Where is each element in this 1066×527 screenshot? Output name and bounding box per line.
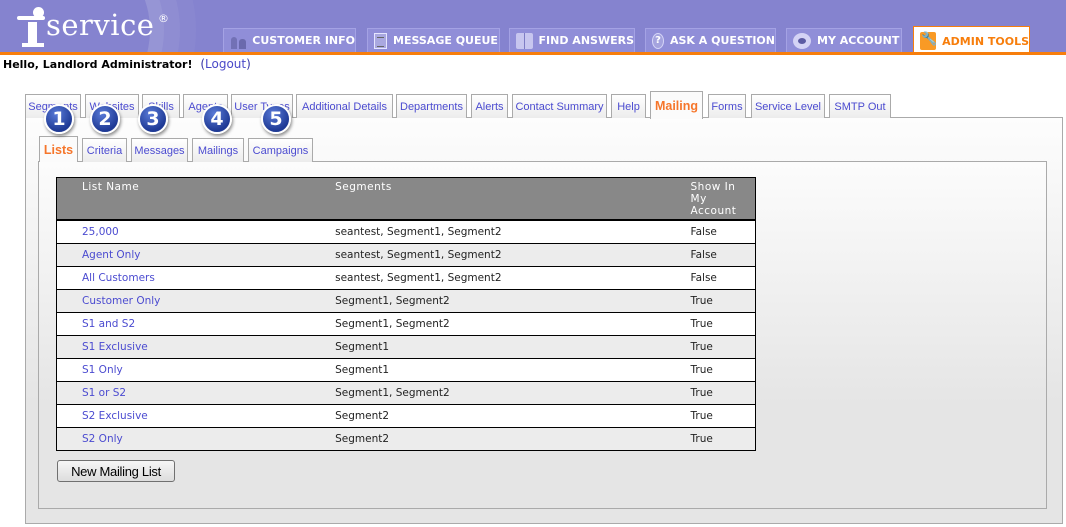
- table-row: S1 or S2 Segment1, Segment2 True: [56, 381, 756, 405]
- logo-text: service: [46, 8, 155, 42]
- greeting: Hello, Landlord Administrator! (Logout): [3, 57, 251, 71]
- eye-icon: [793, 32, 811, 49]
- table-row: Agent Only seantest, Segment1, Segment2 …: [56, 243, 756, 267]
- list-name-link[interactable]: All Customers: [82, 272, 155, 284]
- greeting-text: Hello, Landlord Administrator!: [3, 58, 193, 71]
- nav-tab-find-answers[interactable]: FIND ANSWERS: [509, 28, 635, 52]
- admin-tab-alerts[interactable]: Alerts: [471, 94, 508, 118]
- list-name-link[interactable]: 25,000: [82, 226, 119, 238]
- table-row: Customer Only Segment1, Segment2 True: [56, 289, 756, 313]
- list-show-in-account: True: [690, 381, 756, 405]
- list-name-link[interactable]: S2 Only: [82, 433, 123, 445]
- nav-tab-my-account[interactable]: MY ACCOUNT: [786, 28, 902, 52]
- app-header: service ® CUSTOMER INFO MESSAGE QUEUE FI…: [0, 0, 1066, 55]
- list-name-link[interactable]: S1 Exclusive: [82, 341, 148, 353]
- list-segments: Segment2: [335, 427, 691, 450]
- logo-registered-mark: ®: [158, 12, 170, 25]
- admin-tab-contact-summary[interactable]: Contact Summary: [512, 94, 607, 118]
- table-row: All Customers seantest, Segment1, Segmen…: [56, 266, 756, 290]
- question-icon: ?: [652, 32, 664, 49]
- logout-paren: ): [246, 57, 251, 71]
- list-show-in-account: True: [690, 312, 756, 336]
- list-show-in-account: True: [690, 427, 756, 450]
- nav-tab-label: ADMIN TOOLS: [942, 34, 1029, 48]
- admin-tab-forms[interactable]: Forms: [708, 94, 746, 118]
- callout-badge-5: 5: [261, 104, 291, 134]
- list-name-link[interactable]: S1 and S2: [82, 318, 135, 330]
- list-segments: Segment1: [335, 335, 691, 359]
- list-show-in-account: False: [690, 243, 756, 267]
- list-show-in-account: True: [690, 335, 756, 359]
- list-show-in-account: True: [690, 289, 756, 313]
- admin-tab-service-level[interactable]: Service Level: [751, 94, 825, 118]
- nav-tab-admin-tools[interactable]: ADMIN TOOLS: [913, 26, 1030, 52]
- table-row: 25,000 seantest, Segment1, Segment2 Fals…: [56, 220, 756, 244]
- list-show-in-account: True: [690, 404, 756, 428]
- table-row: S2 Only Segment2 True: [56, 427, 756, 450]
- list-segments: Segment1: [335, 358, 691, 382]
- admin-tab-additional-details[interactable]: Additional Details: [296, 94, 393, 118]
- book-icon: [516, 32, 533, 49]
- table-row: S1 Exclusive Segment1 True: [56, 335, 756, 359]
- header-line: My: [690, 193, 707, 205]
- callout-badge-3: 3: [138, 104, 168, 134]
- list-name-link[interactable]: Agent Only: [82, 249, 140, 261]
- nav-tab-label: FIND ANSWERS: [538, 34, 634, 47]
- list-segments: seantest, Segment1, Segment2: [335, 220, 691, 244]
- list-name-link[interactable]: S1 Only: [82, 364, 123, 376]
- callout-badge-4: 4: [202, 104, 232, 134]
- column-header-list-name[interactable]: List Name: [56, 177, 336, 221]
- list-show-in-account: False: [690, 266, 756, 290]
- sub-tab-campaigns[interactable]: Campaigns: [248, 138, 313, 162]
- callout-badge-1: 1: [44, 104, 74, 134]
- list-segments: Segment1, Segment2: [335, 381, 691, 405]
- table-row: S2 Exclusive Segment2 True: [56, 404, 756, 428]
- admin-tab-mailing[interactable]: Mailing: [650, 91, 703, 119]
- list-segments: Segment2: [335, 404, 691, 428]
- list-segments: Segment1, Segment2: [335, 312, 691, 336]
- list-show-in-account: True: [690, 358, 756, 382]
- sub-tab-criteria[interactable]: Criteria: [82, 138, 127, 162]
- admin-tab-help[interactable]: Help: [611, 94, 646, 118]
- admin-tab-departments[interactable]: Departments: [396, 94, 467, 118]
- nav-tab-label: MESSAGE QUEUE: [393, 34, 498, 47]
- list-name-link[interactable]: S1 or S2: [82, 387, 126, 399]
- documents-icon: [374, 32, 387, 49]
- callout-badge-2: 2: [90, 104, 120, 134]
- table-header-row: List Name Segments Show In My Account: [56, 177, 756, 221]
- logout-link[interactable]: Logout: [205, 57, 246, 71]
- list-segments: seantest, Segment1, Segment2: [335, 266, 691, 290]
- list-segments: Segment1, Segment2: [335, 289, 691, 313]
- admin-tab-smtp-out[interactable]: SMTP Out: [829, 94, 891, 118]
- column-header-show-in-my-account[interactable]: Show In My Account: [690, 177, 756, 221]
- nav-tab-label: ASK A QUESTION: [669, 34, 775, 47]
- new-mailing-list-button[interactable]: New Mailing List: [57, 460, 175, 482]
- table-row: S1 and S2 Segment1, Segment2 True: [56, 312, 756, 336]
- sub-tab-lists[interactable]: Lists: [39, 136, 78, 162]
- nav-tab-label: MY ACCOUNT: [817, 34, 900, 47]
- list-segments: seantest, Segment1, Segment2: [335, 243, 691, 267]
- nav-tab-message-queue[interactable]: MESSAGE QUEUE: [367, 28, 500, 52]
- header-line: Account: [690, 205, 737, 217]
- sub-tab-messages[interactable]: Messages: [131, 138, 188, 162]
- table-row: S1 Only Segment1 True: [56, 358, 756, 382]
- column-header-segments[interactable]: Segments: [335, 177, 691, 221]
- list-name-link[interactable]: S2 Exclusive: [82, 410, 148, 422]
- list-name-link[interactable]: Customer Only: [82, 295, 160, 307]
- nav-tab-label: CUSTOMER INFO: [252, 34, 355, 47]
- people-icon: [230, 33, 247, 49]
- sub-tab-mailings[interactable]: Mailings: [192, 138, 244, 162]
- header-line: Show In: [690, 181, 736, 193]
- list-show-in-account: False: [690, 220, 756, 244]
- mailing-lists-table: List Name Segments Show In My Account 25…: [56, 177, 756, 451]
- wrench-icon: [920, 32, 937, 50]
- nav-tab-customer-info[interactable]: CUSTOMER INFO: [223, 28, 356, 52]
- nav-tab-ask-a-question[interactable]: ? ASK A QUESTION: [645, 28, 776, 52]
